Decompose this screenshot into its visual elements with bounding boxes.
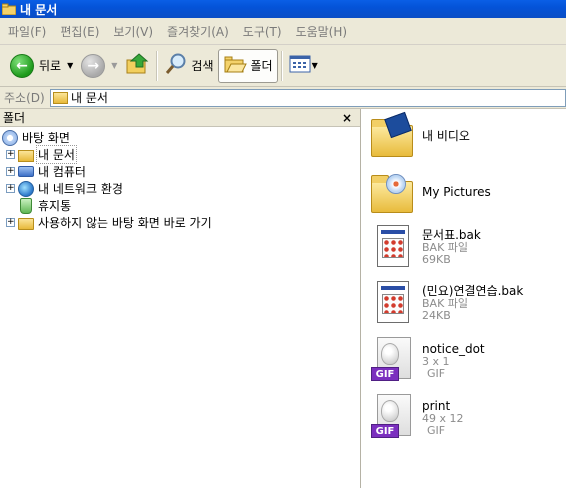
- file-list: 내 비디오 My Pictures 문서표.bak BAK 파일 69KB (민…: [363, 109, 566, 488]
- forward-arrow-icon: →: [81, 53, 106, 78]
- menu-view[interactable]: 보기(V): [113, 23, 153, 40]
- expand-icon[interactable]: +: [6, 184, 15, 193]
- file-name: (민요)연결연습.bak: [422, 284, 524, 298]
- file-item-bak-2[interactable]: (민요)연결연습.bak BAK 파일 24KB: [369, 279, 523, 327]
- file-name: 내 비디오: [422, 129, 470, 143]
- chevron-down-icon[interactable]: ▼: [67, 61, 73, 70]
- folders-button[interactable]: 폴더: [217, 48, 278, 83]
- file-name: 문서표.bak: [422, 228, 481, 242]
- my-videos-folder-icon: [369, 111, 415, 163]
- tree-item-label: 바탕 화면: [22, 131, 70, 145]
- tree-item-label: 휴지통: [38, 199, 72, 213]
- toolbar-separator: [156, 50, 158, 81]
- expand-icon[interactable]: +: [6, 167, 15, 176]
- bak-file-icon: [369, 223, 415, 271]
- back-arrow-icon: ←: [10, 53, 34, 78]
- gif-badge: GIF: [371, 367, 399, 381]
- tree-item-unused-shortcuts[interactable]: + 사용하지 않는 바탕 화면 바로 가기: [6, 214, 213, 231]
- toolbar: ← 뒤로 ▼ → ▼ 검색 폴더 ▼: [0, 45, 566, 87]
- tree-item-label: 내 문서: [36, 145, 77, 164]
- menu-bar: 파일(F) 편집(E) 보기(V) 즐겨찾기(A) 도구(T) 도움말(H): [0, 18, 566, 45]
- chevron-down-icon[interactable]: ▼: [312, 61, 318, 70]
- file-type: GIF: [427, 367, 446, 380]
- file-item-bak-1[interactable]: 문서표.bak BAK 파일 69KB: [369, 223, 481, 271]
- folder-icon: [1, 3, 17, 16]
- up-button[interactable]: [121, 49, 153, 83]
- file-size: 24KB: [422, 309, 451, 322]
- file-size: 69KB: [422, 253, 451, 266]
- menu-tools[interactable]: 도구(T): [243, 23, 282, 40]
- tree-item-label: 내 네트워크 환경: [38, 182, 123, 196]
- menu-file[interactable]: 파일(F): [8, 23, 46, 40]
- my-computer-icon: [18, 166, 34, 177]
- gif-badge: GIF: [371, 424, 399, 438]
- tree-item-desktop[interactable]: 바탕 화면: [2, 129, 71, 146]
- menu-favorites[interactable]: 즐겨찾기(A): [167, 23, 229, 40]
- menu-edit[interactable]: 편집(E): [60, 23, 99, 40]
- desktop-icon: [2, 129, 18, 146]
- tree-item-label: 내 컴퓨터: [38, 165, 86, 179]
- close-icon[interactable]: ×: [342, 111, 352, 125]
- folder-icon: [18, 217, 34, 230]
- address-input[interactable]: 내 문서: [50, 88, 566, 107]
- folders-pane-header: 폴더 ×: [0, 109, 360, 127]
- recycle-bin-icon: [20, 197, 32, 214]
- address-label: 주소(D): [4, 91, 45, 105]
- toolbar-separator: [280, 50, 282, 81]
- folders-label: 폴더: [250, 59, 273, 73]
- expand-icon[interactable]: +: [6, 150, 15, 159]
- tree-item-label: 사용하지 않는 바탕 화면 바로 가기: [38, 216, 212, 230]
- file-type: GIF: [427, 424, 446, 437]
- gif-file-icon: GIF: [369, 394, 415, 442]
- tree-item-recycle-bin[interactable]: 휴지통: [6, 197, 72, 214]
- tree-item-network[interactable]: + 내 네트워크 환경: [6, 180, 124, 197]
- file-name: My Pictures: [422, 185, 491, 199]
- gif-file-icon: GIF: [369, 337, 415, 385]
- search-button[interactable]: 검색: [160, 49, 217, 83]
- address-bar: 주소(D) 내 문서: [0, 87, 566, 109]
- expand-icon[interactable]: +: [6, 218, 15, 227]
- folder-up-icon: [125, 52, 149, 79]
- views-grid-icon: [289, 55, 311, 76]
- file-item-print[interactable]: GIF print 49 x 12 GIF: [369, 394, 464, 442]
- file-name: notice_dot: [422, 342, 485, 356]
- folders-pane-title: 폴더: [3, 111, 26, 125]
- file-item-my-pictures[interactable]: My Pictures: [369, 171, 491, 219]
- my-pictures-folder-icon: [369, 171, 415, 219]
- chevron-down-icon[interactable]: ▼: [111, 61, 117, 70]
- search-icon: [164, 52, 188, 79]
- my-documents-icon: [53, 91, 68, 104]
- address-value: 내 문서: [71, 91, 108, 105]
- file-item-notice-dot[interactable]: GIF notice_dot 3 x 1 GIF: [369, 337, 485, 385]
- folders-pane: 폴더 × 바탕 화면 + 내 문서 + 내 컴퓨터 + 내 네트워크 환경 휴지…: [0, 109, 361, 488]
- menu-help[interactable]: 도움말(H): [296, 23, 348, 40]
- search-label: 검색: [191, 59, 214, 73]
- network-places-icon: [18, 180, 34, 197]
- window-title: 내 문서: [20, 2, 58, 17]
- forward-button[interactable]: → ▼: [77, 49, 121, 83]
- file-item-my-videos[interactable]: 내 비디오: [369, 111, 470, 163]
- title-bar[interactable]: 내 문서: [0, 0, 566, 18]
- tree-item-my-documents[interactable]: + 내 문서: [6, 145, 77, 164]
- bak-file-icon: [369, 279, 415, 327]
- back-button[interactable]: ← 뒤로 ▼: [6, 49, 77, 83]
- my-documents-icon: [18, 149, 34, 162]
- file-name: print: [422, 399, 451, 413]
- back-label: 뒤로: [39, 59, 62, 73]
- folders-icon: [223, 53, 247, 78]
- views-button[interactable]: ▼: [285, 49, 322, 83]
- tree-item-my-computer[interactable]: + 내 컴퓨터: [6, 163, 87, 180]
